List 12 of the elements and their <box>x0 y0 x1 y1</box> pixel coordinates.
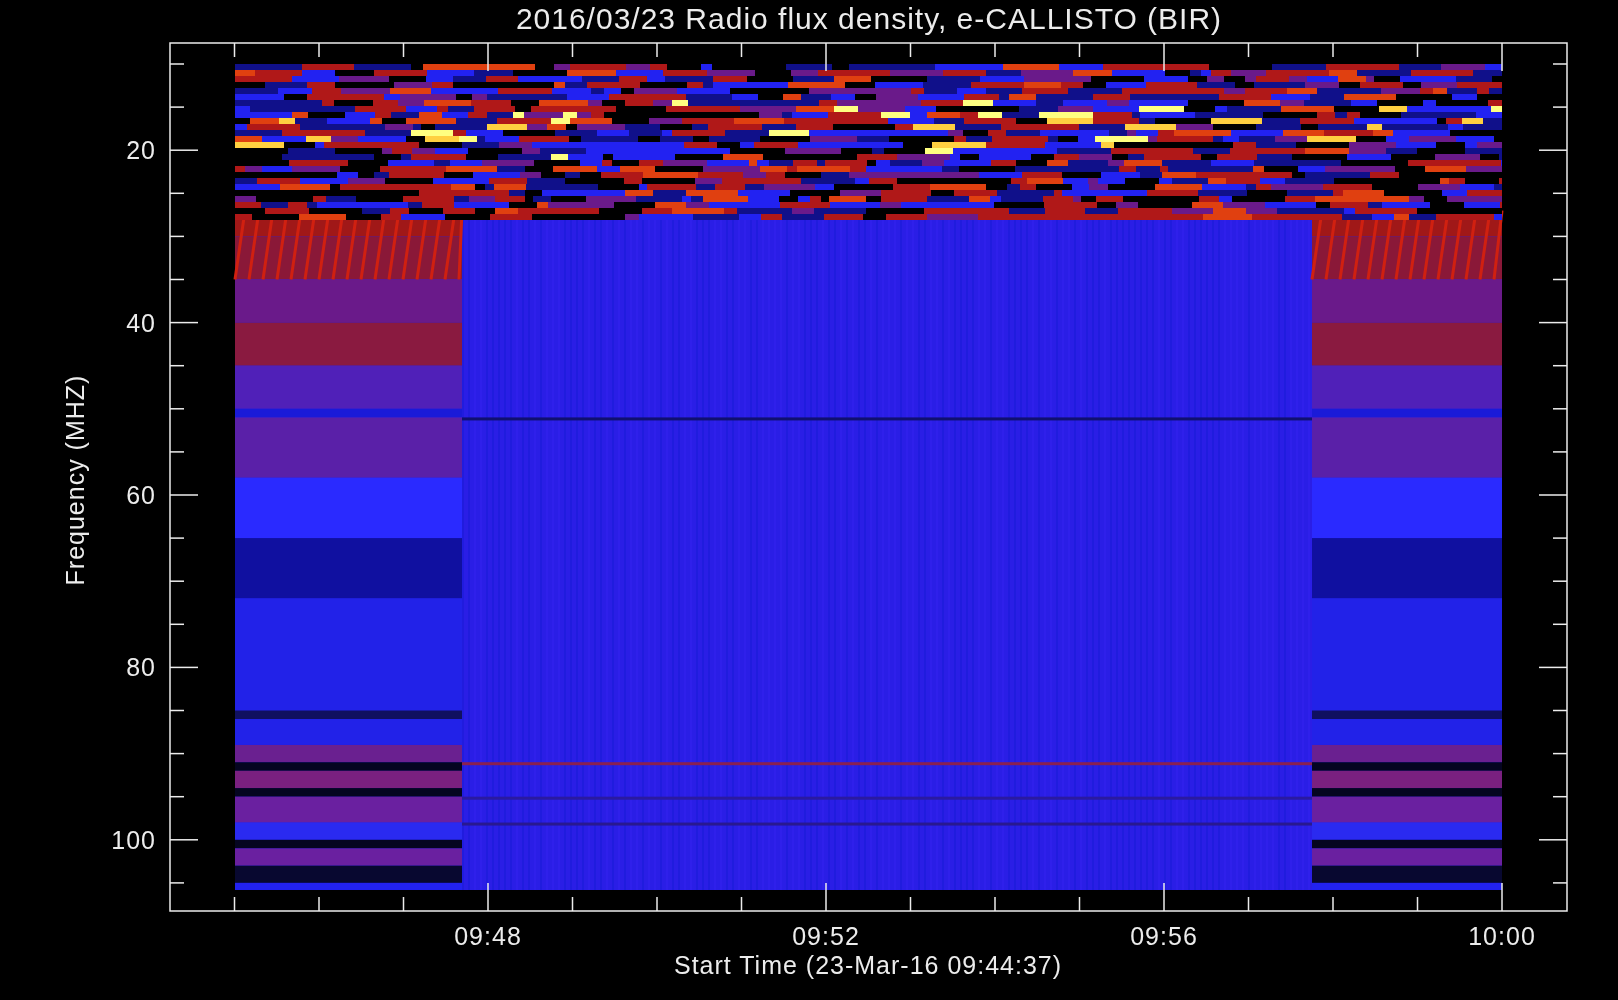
axis-tick-label: 40 <box>126 308 156 337</box>
axis-tick-label: 10:00 <box>1468 922 1536 950</box>
chart-title: 2016/03/23 Radio flux density, e-CALLISTO (BIR) <box>514 1 1224 37</box>
axis-tick-label: 09:48 <box>454 922 522 950</box>
axis-title: Frequency (MHZ) <box>61 374 89 586</box>
axis-title: Start Time (23-Mar-16 09:44:37) <box>673 951 1063 979</box>
axis-tick-label: 60 <box>126 481 156 509</box>
axis-tick-label: 100 <box>111 825 156 854</box>
axis-tick-label: 20 <box>126 136 156 165</box>
axis-tick-label: 09:52 <box>792 922 860 950</box>
axis-tick-label: 80 <box>126 653 156 682</box>
axis-tick-label: 09:56 <box>1130 922 1198 950</box>
